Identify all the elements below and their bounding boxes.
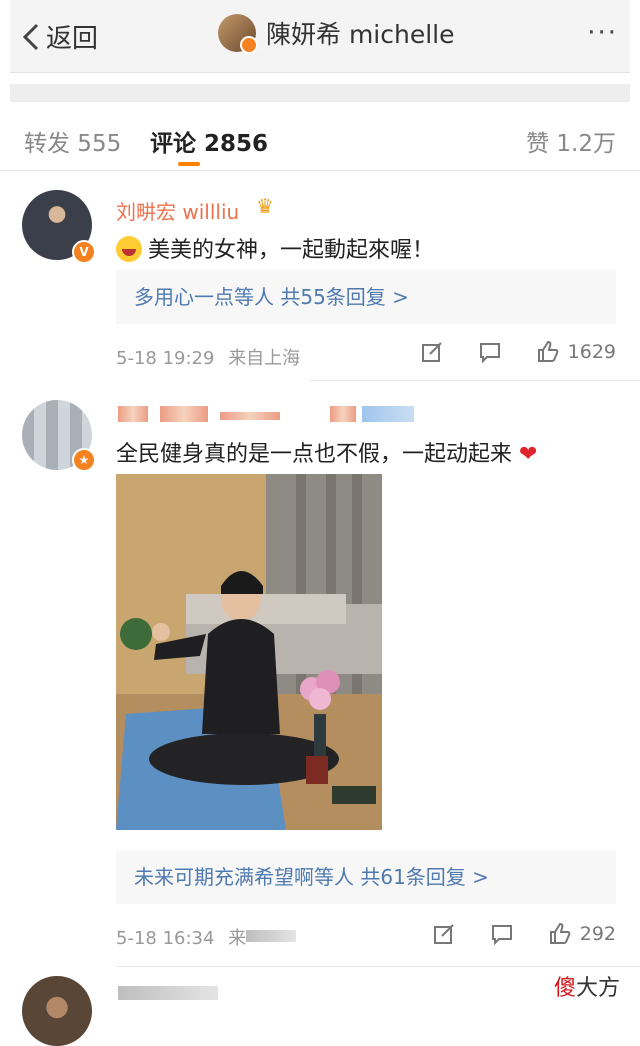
- photo-illustration: [116, 474, 382, 830]
- comment-time: 5-18 19:29 来自上海: [116, 344, 300, 370]
- profile-header[interactable]: 陳妍希 michelle: [218, 14, 455, 54]
- blurred-username: [220, 412, 280, 420]
- comment-photo[interactable]: [116, 474, 382, 830]
- tab-indicator: [178, 162, 200, 166]
- comment-text-body: 美美的女神，一起動起來喔！: [148, 238, 435, 263]
- verified-icon: V: [72, 240, 96, 264]
- comment-icon[interactable]: [478, 340, 502, 364]
- timestamp: 5-18 19:29: [116, 348, 215, 369]
- divider: [116, 966, 640, 967]
- blurred-username: [330, 406, 356, 422]
- blurred-source: [246, 930, 296, 942]
- tab-bar: 转发 555 评论 2856 赞 1.2万: [0, 110, 640, 171]
- watermark: 傻大方: [554, 970, 620, 1002]
- comment-username[interactable]: 刘畊宏 willliu: [116, 196, 239, 225]
- back-label: 返回: [46, 24, 99, 54]
- comment-icon[interactable]: [490, 922, 514, 946]
- comment-text: 美美的女神，一起動起來喔！: [116, 232, 434, 264]
- blurred-username: [160, 406, 208, 422]
- comment-text-body: 全民健身真的是一点也不假，一起动起来: [116, 442, 513, 467]
- back-button[interactable]: 返回: [20, 18, 98, 55]
- verified-icon: [240, 36, 258, 54]
- page-title: 陳妍希 michelle: [266, 20, 455, 49]
- blurred-username: [118, 406, 148, 422]
- like-icon[interactable]: [536, 340, 560, 364]
- comment-actions: 1629: [386, 340, 616, 364]
- divider: [10, 84, 630, 102]
- blurred-username: [362, 406, 414, 422]
- laugh-emoji-icon: [116, 236, 142, 262]
- comment-time: 5-18 16:34 来: [116, 924, 246, 950]
- comment-text: 全民健身真的是一点也不假，一起动起来 ❤: [116, 436, 537, 468]
- like-count: 292: [579, 923, 616, 945]
- more-icon[interactable]: ···: [587, 18, 618, 48]
- avatar[interactable]: [22, 976, 92, 1046]
- tab-repost[interactable]: 转发 555: [24, 124, 121, 158]
- comment-actions: 292: [398, 922, 616, 946]
- tab-likes[interactable]: 赞 1.2万: [526, 124, 616, 158]
- crown-icon: ♛: [256, 194, 274, 218]
- share-icon[interactable]: [432, 922, 456, 946]
- chevron-left-icon: [22, 23, 39, 50]
- share-icon[interactable]: [420, 340, 444, 364]
- heart-icon: ❤: [512, 442, 538, 467]
- source-text: 来: [228, 928, 247, 949]
- watermark-text-red: 傻: [553, 976, 576, 1001]
- timestamp: 5-18 16:34: [116, 928, 215, 949]
- divider: [310, 380, 640, 381]
- blurred-username: [118, 986, 218, 1000]
- avatar[interactable]: [218, 14, 258, 54]
- nav-bar: 返回 陳妍希 michelle ···: [10, 0, 630, 73]
- source-text: 来自上海: [228, 348, 301, 369]
- replies-link[interactable]: 多用心一点等人 共55条回复 >: [116, 270, 616, 324]
- watermark-text: 大方: [575, 976, 620, 1001]
- verified-icon: ★: [72, 448, 96, 472]
- replies-link[interactable]: 未来可期充满希望啊等人 共61条回复 >: [116, 850, 616, 904]
- like-count: 1629: [567, 341, 616, 363]
- tab-comments[interactable]: 评论 2856: [150, 124, 268, 158]
- like-icon[interactable]: [548, 922, 572, 946]
